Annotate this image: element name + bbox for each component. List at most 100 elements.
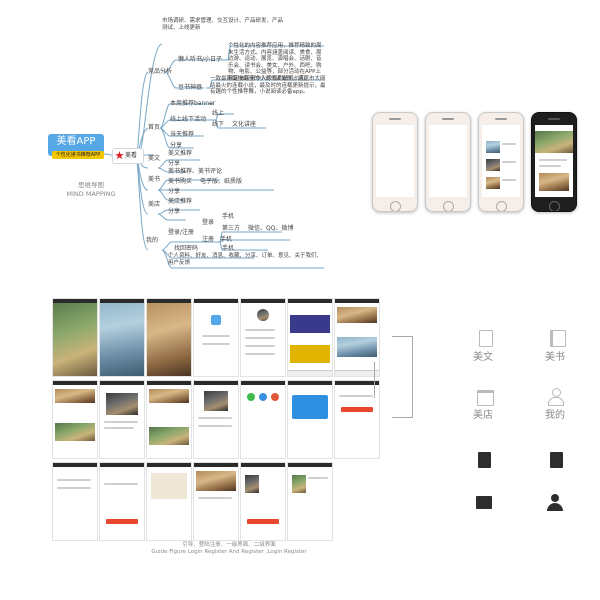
screen-thumbnail [539,173,569,191]
home-item-activity: 线上线下活动 [170,116,207,123]
book-solid-icon [550,452,563,468]
meiwen-share: 分享 [168,160,181,167]
phone-speaker [389,118,401,120]
content-image [149,389,189,403]
competitor-2-desc: 一款最新最快最全的小说书读软件，涵盖市大网站最火的连载小说，最及时的连载更新提示… [210,76,326,95]
buy-button [247,519,279,524]
screen-thumbnail [486,177,500,189]
content-image [106,393,138,415]
mine-register: 注册 [202,236,215,243]
home-item-banner: 本周推荐banner [170,100,216,107]
home-button [549,201,560,211]
status-bar [335,381,379,385]
form-screen-3 [99,462,145,541]
content-image [55,389,95,403]
grid-caption: 引导、登陆注册、一级界面、二级界面 Guide Figure Login Reg… [104,542,354,556]
home-activity-lecture: 文化讲座 [232,121,257,128]
mine-forgot-phone: 手机 [222,245,235,252]
form-screen-4 [146,462,192,541]
content-image [55,423,95,441]
list-screen-1 [52,380,98,459]
connector-line [374,362,375,398]
status-bar [100,463,144,467]
popup-dialog [292,395,328,419]
profile-screen [240,298,286,377]
phone-screen-4 [535,125,573,197]
input-line [202,335,230,337]
home-screen [287,298,333,377]
home-item-today: 当天推荐 [170,131,195,138]
tab-bar [335,370,379,376]
phone-speaker [495,118,507,120]
menu-line [245,345,275,347]
phone-mockup-2 [425,112,471,212]
list-screen-2 [99,380,145,459]
home-activity-online: 线上 [212,110,225,117]
guide-screen-2 [99,298,145,377]
root-subtitle: 个性化读书推荐APP [52,151,104,159]
tab-bar [288,370,332,376]
status-bar [335,299,379,303]
phone-mockup-1 [372,112,418,212]
document-solid-icon [478,452,491,468]
phone-screen-1 [376,125,414,197]
menu-line [245,337,275,339]
status-bar [147,381,191,385]
input-line [339,395,373,397]
home-item-share: 分享 [170,142,183,149]
cart-screen [287,462,333,541]
share-icon [259,393,267,401]
status-bar [241,381,285,385]
guide-screen-1 [52,298,98,377]
meidian-share: 分享 [168,208,181,215]
meiwen-label: 美文 [148,155,161,162]
status-bar [241,299,285,303]
person-body [547,503,563,511]
meidian-recommend: 美店推荐 [168,198,193,205]
input-line [57,487,91,489]
person-body [548,397,564,406]
submit-button [106,519,138,524]
home-button [496,201,507,211]
book-detail-screen [193,462,239,541]
meishu-buy: 美书购买 [168,178,193,185]
text-line [104,427,134,429]
mine-login-branch: 登录 [202,219,215,226]
text-line [502,161,516,163]
person-head [552,388,561,397]
status-bar [147,463,191,467]
status-bar [241,463,285,467]
content-image [245,475,259,493]
status-bar [288,463,332,467]
store-outline-icon [477,390,494,406]
text-line [539,159,567,161]
popup-screen [287,380,333,459]
submit-button [341,407,373,412]
competitor-2-name: 豆书神器 [178,84,203,91]
status-bar [53,381,97,385]
status-bar [194,463,238,467]
icon-label-meidian: 美店 [473,410,493,421]
competitor-1-name: 懒人听书/小日子 [178,56,223,63]
status-bar [53,299,97,303]
text-line [198,497,232,499]
share-icon [247,393,255,401]
content-image [196,471,236,491]
share-screen [240,380,286,459]
mine-profile-items: 个人资料、好友、消息、收藏、分享、订单、意见、关于我们、用户反馈 [168,253,323,266]
menu-line [245,329,275,331]
mindmap-caption: 思维导图 MIND MAPPING [56,181,126,199]
phone-speaker [548,118,560,120]
screens-grid [52,298,392,541]
mine-forgot-password: 找回密码 [174,245,199,252]
mine-third-options: 微信、QQ、微博 [248,225,294,232]
icon-label-meishu: 美书 [545,352,565,363]
mine-third-party: 第三方 [222,225,241,232]
mindmap-caption-cn: 思维导图 [78,181,104,189]
status-bar [100,299,144,303]
share-icon [271,393,279,401]
mine-login-register: 登录/注册 [168,229,195,236]
status-bar [147,299,191,303]
home-button [443,201,454,211]
person-outline-icon [548,388,564,406]
